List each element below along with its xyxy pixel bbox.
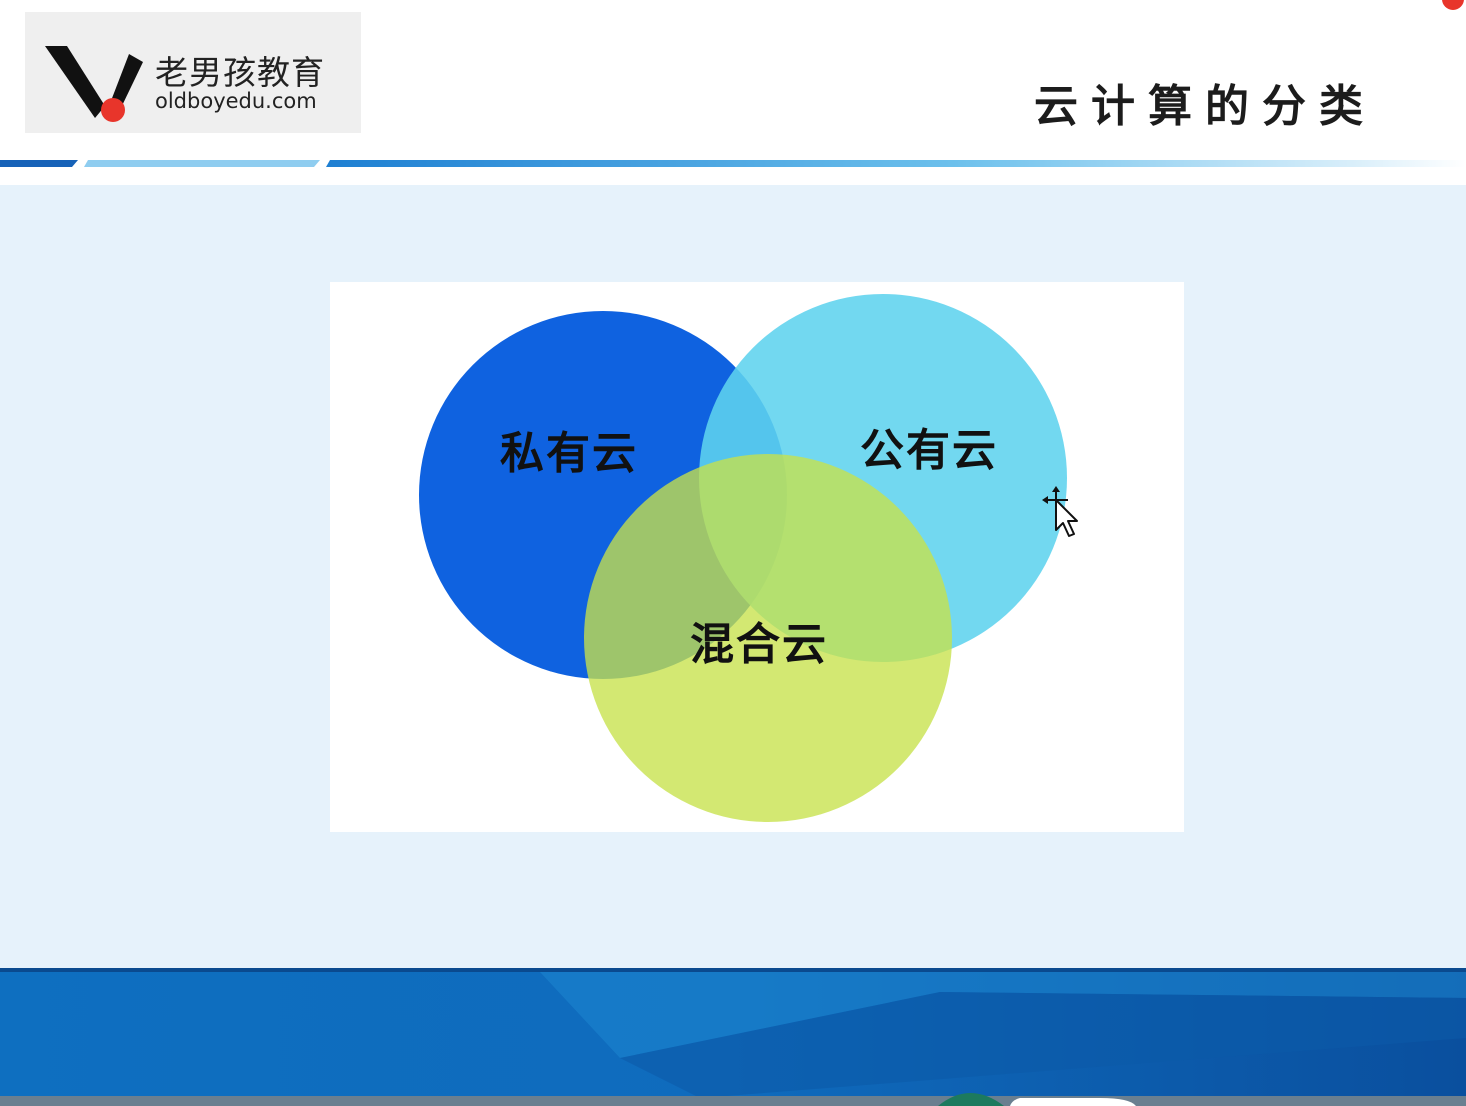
label-public-cloud: 公有云 (860, 425, 998, 476)
label-hybrid-cloud: 混合云 (690, 619, 828, 670)
status-dot (1442, 0, 1464, 10)
header-divider (0, 160, 1466, 167)
slide-title: 云计算的分类 (1034, 81, 1376, 132)
logo-name: 老男孩教育 (155, 53, 325, 92)
label-private-cloud: 私有云 (500, 428, 638, 479)
venn-circles (419, 294, 1067, 822)
logo-domain: oldboyedu.com (155, 89, 317, 113)
venn-diagram: 私有云 公有云 混合云 (330, 282, 1184, 832)
oldboy-v-logo-icon (45, 46, 143, 122)
logo: 老男孩教育 oldboyedu.com (25, 12, 361, 133)
slide-footer (0, 968, 1466, 1106)
move-cursor-icon (1042, 486, 1078, 537)
slide-header: 老男孩教育 oldboyedu.com 云计算的分类 (0, 0, 1466, 185)
